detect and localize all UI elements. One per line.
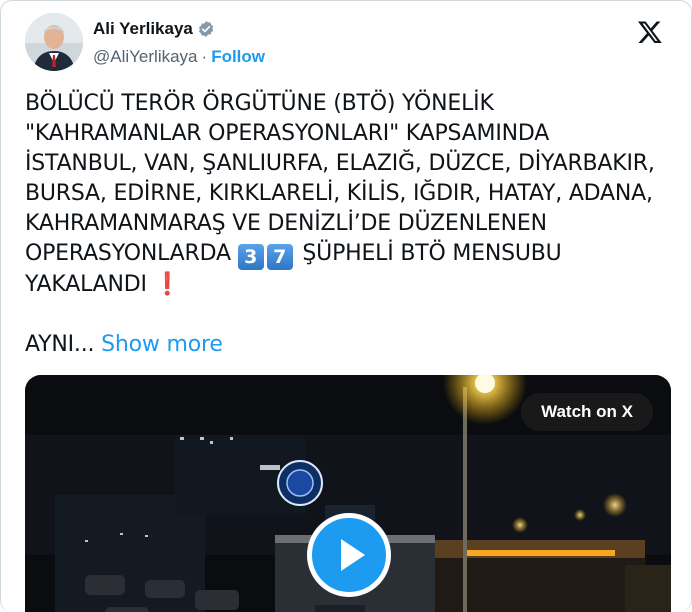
tweet-line: İSTANBUL, VAN, ŞANLIURFA, ELAZIĞ, DÜZCE,… [25, 151, 655, 176]
keycap-digit-3-icon: 3 [237, 244, 264, 270]
tweet-line: AYNI... Show more [25, 330, 675, 360]
tweet-line: BURSA, EDİRNE, KIRKLARELİ, KİLİS, IĞDIR,… [25, 181, 653, 206]
tweet-line: OPERASYONLARDA 37 ŞÜPHELİ BTÖ MENSUBU [25, 239, 675, 270]
tweet-line: YAKALANDI ❗ [25, 270, 675, 300]
verified-badge-icon [197, 20, 215, 38]
tweet-line: "KAHRAMANLAR OPERASYONLARI" KAPSAMINDA [25, 121, 550, 146]
tweet-header: Ali Yerlikaya @AliYerlikaya · Follow [25, 13, 667, 73]
tweet-card: Ali Yerlikaya @AliYerlikaya · Follow BÖL [0, 0, 692, 612]
x-logo-icon[interactable] [637, 19, 663, 45]
separator-dot: · [201, 47, 208, 66]
video-thumbnail[interactable]: Watch on X [25, 375, 671, 612]
tweet-text: BÖLÜCÜ TERÖR ÖRGÜTÜNE (BTÖ) YÖNELİK "KAH… [25, 89, 675, 360]
tweet-line-prefix: OPERASYONLARDA [25, 241, 231, 266]
author-block: Ali Yerlikaya @AliYerlikaya · Follow [93, 17, 265, 67]
tweet-line: KAHRAMANMARAŞ VE DENİZLİ’DE DÜZENLENEN [25, 211, 547, 236]
exclamation-icon: ❗ [153, 272, 181, 297]
tweet-line: BÖLÜCÜ TERÖR ÖRGÜTÜNE (BTÖ) YÖNELİK [25, 91, 494, 116]
follow-button[interactable]: Follow [211, 47, 265, 67]
tweet-line-text: YAKALANDI [25, 272, 147, 297]
show-more-link[interactable]: Show more [101, 332, 223, 357]
play-button[interactable] [307, 513, 391, 597]
keycap-digit-7-icon: 7 [266, 244, 293, 270]
avatar[interactable] [25, 13, 83, 71]
watch-on-x-button[interactable]: Watch on X [521, 393, 653, 431]
author-name[interactable]: Ali Yerlikaya [93, 19, 193, 39]
play-icon [341, 539, 365, 571]
truncated-text: AYNI... [25, 332, 95, 357]
author-handle[interactable]: @AliYerlikaya [93, 47, 198, 67]
tweet-line-suffix: ŞÜPHELİ BTÖ MENSUBU [302, 241, 562, 266]
